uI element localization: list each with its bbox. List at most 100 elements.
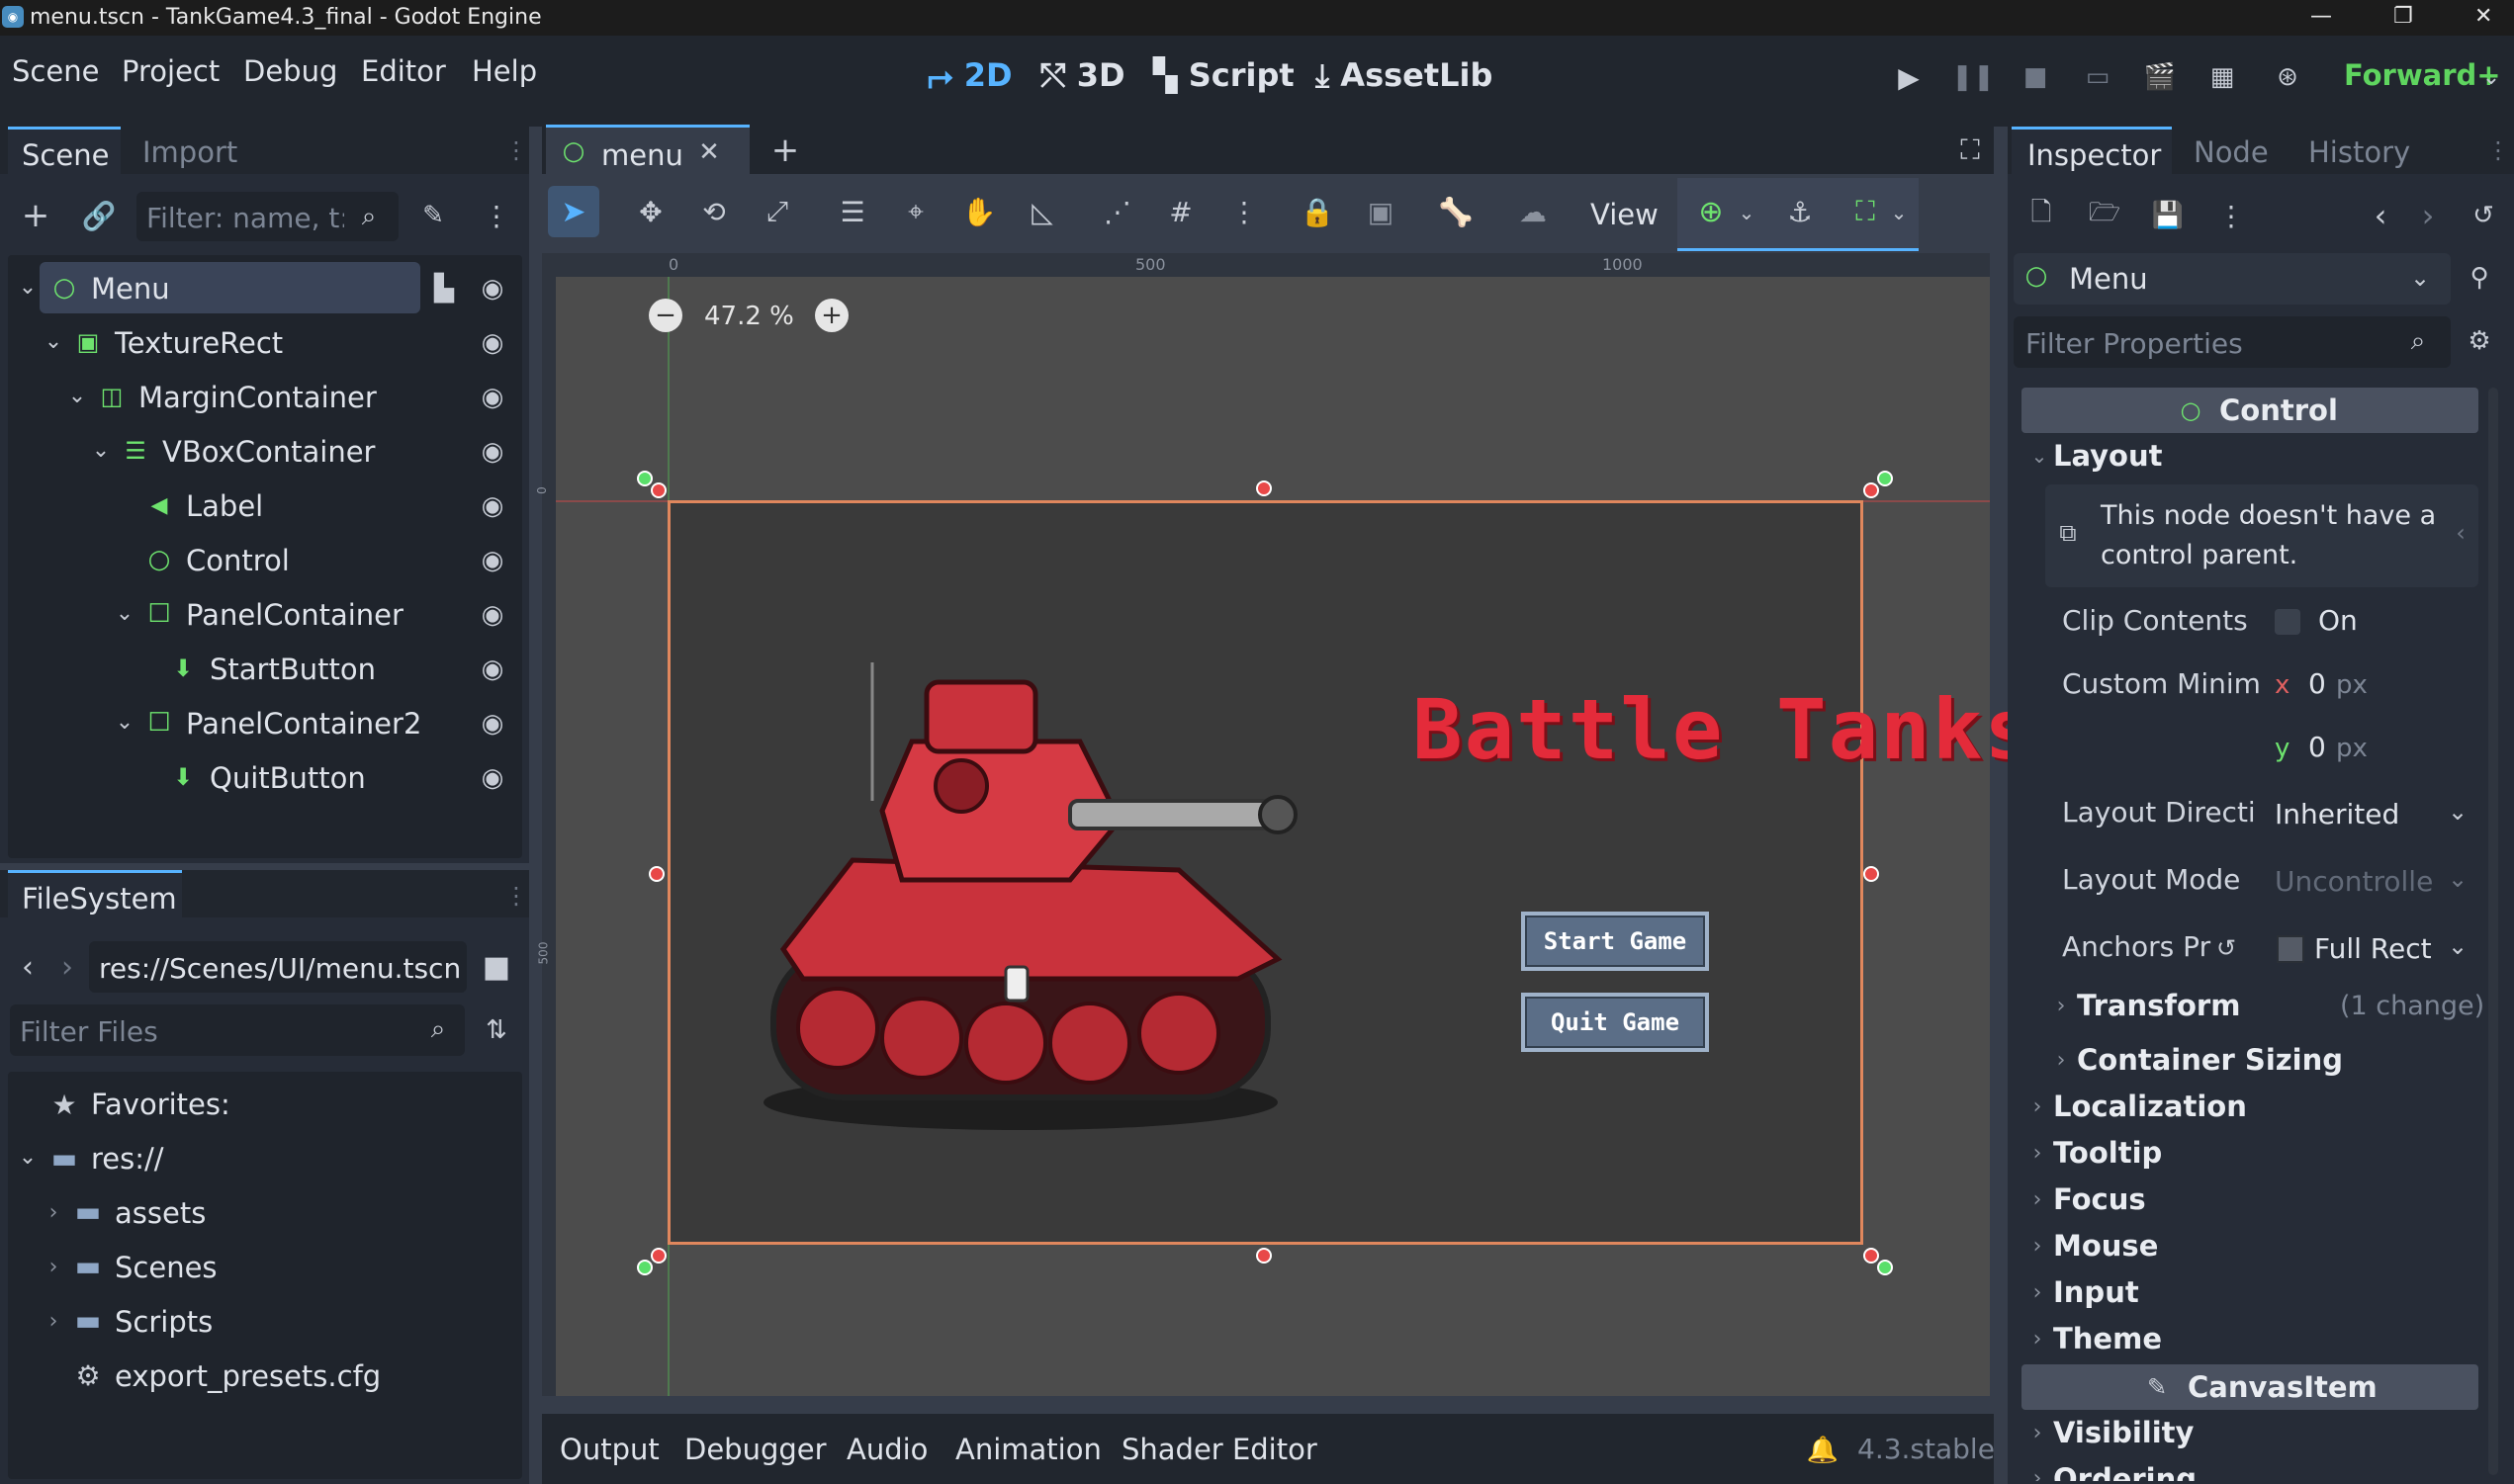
movie-maker-icon[interactable]: ⊛ [2268,59,2307,95]
file-item-res[interactable]: res:// [91,1145,164,1174]
menu-project[interactable]: Project [122,57,220,86]
chevron-down-icon[interactable]: ⌄ [111,599,138,627]
visibility-eye-icon[interactable]: ◉ [475,708,510,740]
resize-handle-bl[interactable] [651,1248,667,1264]
workspace-script-button[interactable]: ▚ Script [1153,59,1295,91]
tab-import[interactable]: Import [142,138,237,167]
zoom-in-icon[interactable]: + [815,299,849,332]
chevron-right-icon[interactable]: › [2025,1182,2049,1216]
quit-game-button[interactable]: Quit Game [1521,993,1709,1052]
section-layout[interactable]: Layout [2053,442,2163,471]
tree-node-startbutton[interactable]: StartButton [210,655,376,684]
chevron-down-icon[interactable]: ⌄ [14,1143,42,1171]
section-theme[interactable]: Theme [2053,1325,2162,1353]
visibility-eye-icon[interactable]: ◉ [475,599,510,631]
file-item-scripts[interactable]: Scripts [115,1308,213,1337]
list-select-icon[interactable]: ☰ [833,192,872,231]
file-item-scenes[interactable]: Scenes [115,1254,218,1282]
bottom-tab-debugger[interactable]: Debugger [684,1436,827,1464]
visibility-eye-icon[interactable]: ◉ [475,654,510,685]
chevron-right-icon[interactable]: › [2025,1322,2049,1355]
tree-node-vboxcontainer[interactable]: VBoxContainer [162,438,375,467]
snap-options-icon[interactable]: ⋮ [1224,192,1264,231]
dock-menu-icon[interactable]: ⋮ [2486,134,2510,166]
property-settings-icon[interactable]: ⚙ [2463,324,2496,358]
resize-handle-tl[interactable] [651,482,667,498]
visibility-eye-icon[interactable]: ◉ [475,490,510,522]
section-ordering[interactable]: Ordering [2053,1465,2197,1482]
vertical-ruler[interactable]: 0 500 [535,253,556,1396]
chevron-right-icon[interactable]: › [2025,1275,2049,1309]
script-detach-icon[interactable]: ✎ [415,198,451,233]
chevron-right-icon[interactable]: › [2025,1229,2049,1263]
chevron-right-icon[interactable]: › [40,1307,67,1335]
visibility-eye-icon[interactable]: ◉ [475,382,510,413]
object-history-icon[interactable]: ↺ [2467,198,2500,233]
scale-tool-icon[interactable]: ⤢ [758,192,797,231]
tree-node-control[interactable]: Control [186,547,290,575]
chevron-right-icon[interactable]: › [2025,1136,2049,1170]
minimize-button[interactable]: — [2310,6,2332,28]
forward-arrow-icon[interactable]: › [53,947,81,987]
add-anchor-icon[interactable]: ⊕ [1691,192,1731,231]
file-item-assets[interactable]: assets [115,1199,206,1228]
play-icon[interactable]: ▶ [1889,59,1929,95]
chevron-down-icon[interactable]: ⌄ [2027,441,2051,471]
tab-filesystem[interactable]: FileSystem [8,870,182,917]
chevron-right-icon[interactable]: › [2049,989,2073,1022]
more-options-icon[interactable]: ⋮ [2213,198,2249,233]
chevron-down-icon[interactable]: ⌄ [14,273,42,301]
chevron-down-icon[interactable]: ⌄ [2443,795,2472,829]
move-tool-icon[interactable]: ✥ [631,192,671,231]
dock-menu-icon[interactable]: ⋮ [479,198,514,233]
pan-tool-icon[interactable]: ✋ [959,192,999,231]
container-layout-icon[interactable]: ⛶ [1845,192,1885,231]
custom-min-x-value[interactable]: 0 [2308,670,2326,698]
horizontal-ruler[interactable]: 0 500 1000 [556,253,1990,277]
tree-node-menu[interactable]: Menu [91,275,170,304]
menu-scene[interactable]: Scene [12,57,99,86]
group-icon[interactable]: ▣ [1361,192,1400,231]
section-visibility[interactable]: Visibility [2053,1419,2194,1447]
chevron-right-icon[interactable]: › [2025,1416,2049,1449]
notification-bell-icon[interactable]: 🔔 [1806,1434,1840,1467]
visibility-eye-icon[interactable]: ◉ [475,545,510,576]
layout-direction-select[interactable]: Inherited [2275,801,2399,829]
open-folder-icon[interactable]: 🗁 [2087,198,2122,233]
resize-handle-tr[interactable] [1863,482,1879,498]
new-resource-icon[interactable]: 🗋 [2023,198,2059,233]
bottom-tab-shader-editor[interactable]: Shader Editor [1122,1436,1317,1464]
visibility-eye-icon[interactable]: ◉ [475,762,510,794]
maximize-button[interactable]: ❐ [2393,6,2413,28]
grid-snap-icon[interactable]: # [1161,192,1201,231]
tree-node-panelcontainer2[interactable]: PanelContainer2 [186,710,421,739]
chevron-down-icon[interactable]: ⌄ [40,327,67,355]
workspace-3d-button[interactable]: ⤲ 3D [1040,59,1125,91]
link-icon[interactable]: 🔗 [81,198,117,233]
section-mouse[interactable]: Mouse [2053,1232,2158,1261]
section-focus[interactable]: Focus [2053,1185,2146,1214]
start-game-button[interactable]: Start Game [1521,912,1709,971]
tree-node-quitbutton[interactable]: QuitButton [210,764,366,793]
resize-handle-r[interactable] [1863,866,1879,882]
node-doc-icon[interactable]: ⚲ [2463,261,2496,295]
close-button[interactable]: ✕ [2474,6,2492,28]
chevron-right-icon[interactable]: › [40,1198,67,1226]
chevron-down-icon[interactable]: ⌄ [87,436,115,464]
dock-menu-icon[interactable]: ⋮ [504,880,528,912]
chevron-down-icon[interactable]: ⌄ [1885,196,1913,229]
bottom-tab-audio[interactable]: Audio [847,1436,928,1464]
rotate-tool-icon[interactable]: ⟲ [694,192,734,231]
anchor-handle-br[interactable] [1877,1260,1893,1275]
layout-toggle-icon[interactable]: ■ [479,949,514,985]
chevron-down-icon[interactable]: ⌄ [2443,862,2472,896]
new-scene-tab-icon[interactable]: + [767,131,803,170]
smart-snap-icon[interactable]: ⋰ [1098,192,1137,231]
chevron-down-icon[interactable]: ⌄ [2443,929,2472,963]
pivot-tool-icon[interactable]: ⌖ [896,192,936,231]
chevron-right-icon[interactable]: › [2049,1043,2073,1077]
play-custom-scene-icon[interactable]: ▦ [2202,59,2242,95]
anchor-handle-tr[interactable] [1877,471,1893,486]
menu-help[interactable]: Help [472,57,537,86]
workspace-assetlib-button[interactable]: ⤓ AssetLib [1315,59,1492,91]
